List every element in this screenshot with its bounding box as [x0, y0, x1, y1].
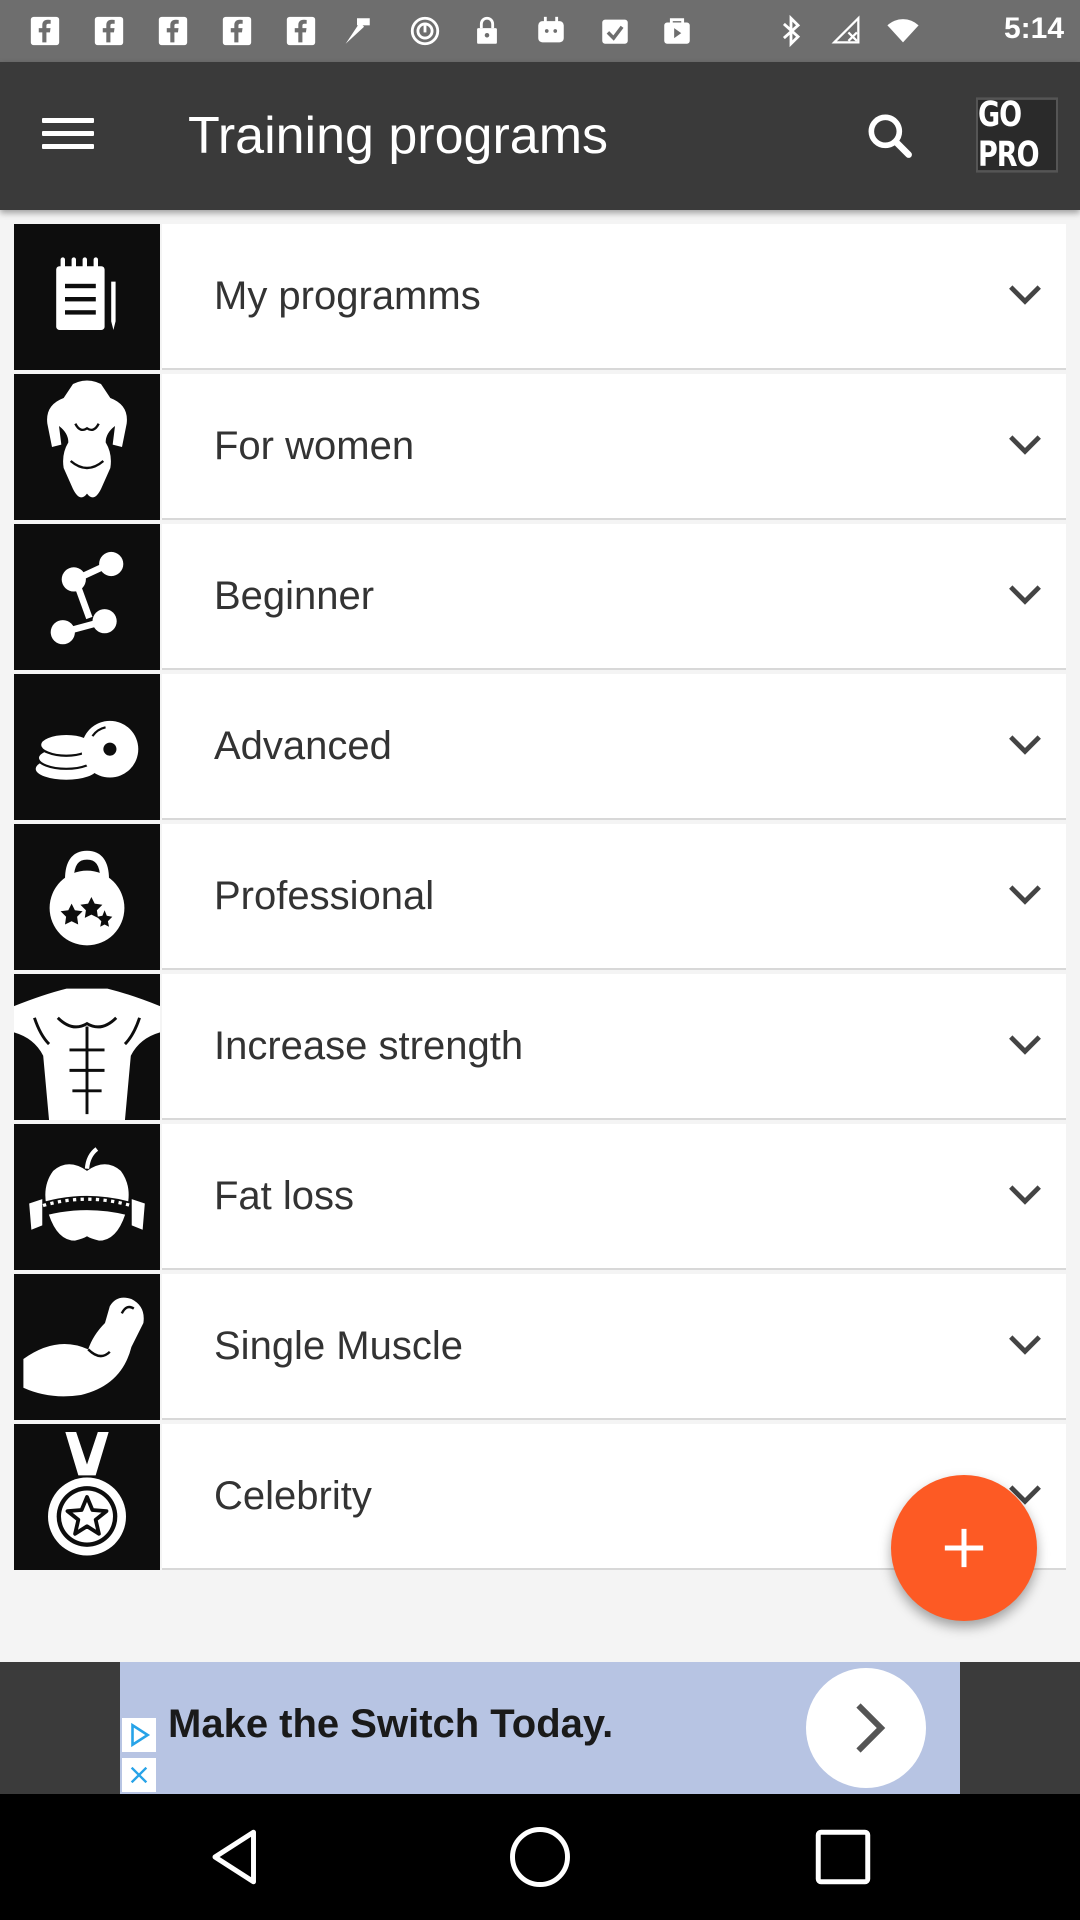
chevron-down-icon[interactable]: [1006, 880, 1044, 910]
kettlebell-stars-icon: [14, 824, 160, 970]
list-item-card: Professional: [162, 824, 1066, 970]
back-icon[interactable]: [204, 1824, 270, 1890]
ad-arrow-button[interactable]: [806, 1668, 926, 1788]
fe-icon: [345, 18, 370, 44]
play-store-icon: [664, 18, 690, 44]
list-item-advanced[interactable]: Advanced: [12, 672, 1066, 822]
ad-text: Make the Switch Today.: [168, 1702, 614, 1746]
navigation-bar: [0, 1794, 1080, 1920]
list-item-label: Single Muscle: [214, 1324, 464, 1368]
list-item-card: My programms: [162, 224, 1066, 370]
list-item-card: Increase strength: [162, 974, 1066, 1120]
chevron-right-icon: [856, 1703, 886, 1753]
status-bar: 5:14: [0, 0, 1080, 62]
lock-icon: [477, 16, 497, 44]
dumbbells-icon: [14, 524, 160, 670]
female-body-icon: [14, 374, 160, 520]
chevron-down-icon[interactable]: [1006, 430, 1044, 460]
chevron-down-icon[interactable]: [1006, 1180, 1044, 1210]
facebook-icon: [30, 16, 60, 46]
plus-icon: [944, 1528, 984, 1568]
calendar-check-icon: [602, 19, 628, 44]
calendar-icon: [538, 16, 564, 43]
chevron-down-icon[interactable]: [1006, 730, 1044, 760]
list-item-label: For women: [214, 424, 415, 468]
list-item-label: Advanced: [214, 724, 392, 768]
list-item-label: Fat loss: [214, 1174, 355, 1218]
facebook-icon: [286, 16, 316, 46]
ad-area: Make the Switch Today.: [0, 1662, 1080, 1794]
alert-circle-icon: [410, 16, 440, 46]
home-icon[interactable]: [507, 1824, 573, 1890]
list-item-label: Celebrity: [214, 1474, 372, 1518]
facebook-icon: [222, 16, 252, 46]
page-title: Training programs: [188, 107, 609, 165]
list-item-label: Professional: [214, 874, 435, 918]
notepad-icon: [14, 224, 160, 370]
chevron-down-icon[interactable]: [1006, 1030, 1044, 1060]
list-item-card: Beginner: [162, 524, 1066, 670]
adchoices-icon[interactable]: [122, 1718, 156, 1752]
list-item-single-muscle[interactable]: Single Muscle: [12, 1272, 1066, 1422]
add-program-button[interactable]: [891, 1475, 1037, 1621]
screen: 5:14 Training programs GO PRO My program…: [0, 0, 1080, 1920]
weight-plates-icon: [14, 674, 160, 820]
list-item-card: Single Muscle: [162, 1274, 1066, 1420]
list-item-beginner[interactable]: Beginner: [12, 522, 1066, 672]
facebook-icon: [158, 16, 188, 46]
flexed-arm-icon: [14, 1274, 160, 1420]
bluetooth-icon: [782, 14, 801, 48]
list-item-card: For women: [162, 374, 1066, 520]
chevron-down-icon[interactable]: [1006, 580, 1044, 610]
muscular-torso-icon: [14, 974, 160, 1120]
list-item-label: My programms: [214, 274, 481, 318]
chevron-down-icon[interactable]: [1006, 1330, 1044, 1360]
wifi-icon: [887, 19, 919, 43]
list-item-professional[interactable]: Professional: [12, 822, 1066, 972]
recents-icon[interactable]: [810, 1824, 876, 1890]
list-item-card: Fat loss: [162, 1124, 1066, 1270]
hamburger-menu-icon[interactable]: [42, 110, 94, 162]
no-signal-icon: [831, 15, 860, 44]
search-icon[interactable]: [862, 108, 918, 164]
list-item-label: Increase strength: [214, 1024, 524, 1068]
list-item-increase-strength[interactable]: Increase strength: [12, 972, 1066, 1122]
app-bar: Training programs GO PRO: [0, 62, 1080, 210]
list-item-label: Beginner: [214, 574, 375, 618]
list-item-my-programms[interactable]: My programms: [12, 222, 1066, 372]
status-time: 5:14: [1003, 12, 1064, 45]
list-item-for-women[interactable]: For women: [12, 372, 1066, 522]
list-item-card: Advanced: [162, 674, 1066, 820]
facebook-icon: [94, 16, 124, 46]
medal-star-icon: [14, 1424, 160, 1570]
close-icon[interactable]: [122, 1758, 156, 1792]
list-item-fat-loss[interactable]: Fat loss: [12, 1122, 1066, 1272]
chevron-down-icon[interactable]: [1006, 280, 1044, 310]
go-pro-button[interactable]: GO PRO: [976, 95, 1058, 175]
program-list: My programms For women Beginner Advanced…: [12, 222, 1066, 1572]
apple-tape-icon: [14, 1124, 160, 1270]
ad-banner[interactable]: Make the Switch Today.: [120, 1662, 960, 1794]
